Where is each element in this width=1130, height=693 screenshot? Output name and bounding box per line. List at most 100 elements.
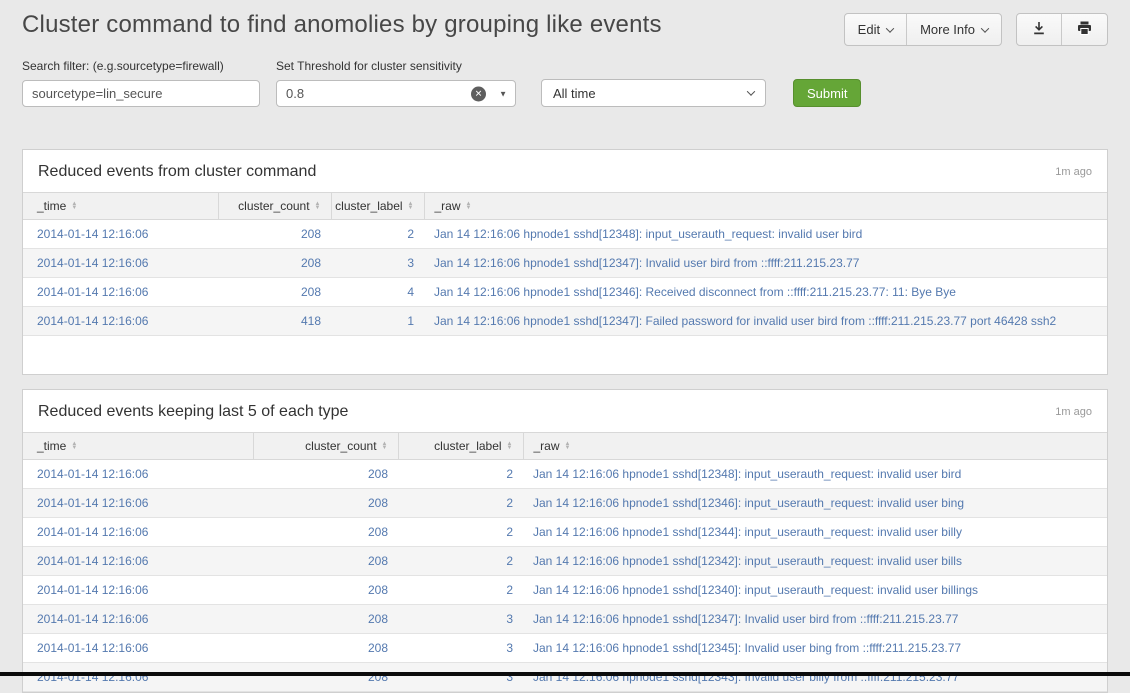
export-button[interactable] xyxy=(1017,14,1061,45)
cell-count[interactable]: 208 xyxy=(253,663,398,692)
sort-icon[interactable]: ▲▼ xyxy=(71,202,77,210)
time-range-select[interactable]: All time xyxy=(541,79,766,107)
cell-time[interactable]: 2014-01-14 12:16:06 xyxy=(23,547,253,576)
column-label: _time xyxy=(37,199,66,213)
cell-time[interactable]: 2014-01-14 12:16:06 xyxy=(23,460,253,489)
cell-raw[interactable]: Jan 14 12:16:06 hpnode1 sshd[12347]: Inv… xyxy=(523,605,1107,634)
export-button-group xyxy=(1016,13,1108,46)
cell-label[interactable]: 2 xyxy=(398,489,523,518)
cell-count[interactable]: 208 xyxy=(253,518,398,547)
edit-button[interactable]: Edit xyxy=(845,14,906,45)
search-filter-label: Search filter: (e.g.sourcetype=firewall) xyxy=(22,59,260,73)
clear-icon[interactable]: ✕ xyxy=(471,86,486,101)
search-filter-input[interactable] xyxy=(22,80,260,107)
cell-time[interactable]: 2014-01-14 12:16:06 xyxy=(23,278,218,307)
cell-time[interactable]: 2014-01-14 12:16:06 xyxy=(23,249,218,278)
threshold-label: Set Threshold for cluster sensitivity xyxy=(276,59,516,73)
more-info-button[interactable]: More Info xyxy=(906,14,1001,45)
cell-raw[interactable]: Jan 14 12:16:06 hpnode1 sshd[12345]: Inv… xyxy=(523,634,1107,663)
table-wrapper: _time▲▼cluster_count▲▼cluster_label▲▼_ra… xyxy=(23,432,1107,692)
column-header-raw[interactable]: _raw▲▼ xyxy=(424,193,1107,220)
search-filter-group: Search filter: (e.g.sourcetype=firewall) xyxy=(22,59,260,107)
sort-icon[interactable]: ▲▼ xyxy=(315,202,321,210)
results-table: _time▲▼cluster_count▲▼cluster_label▲▼_ra… xyxy=(23,192,1107,336)
cell-raw[interactable]: Jan 14 12:16:06 hpnode1 sshd[12348]: inp… xyxy=(523,460,1107,489)
print-button[interactable] xyxy=(1061,14,1107,45)
table-row: 2014-01-14 12:16:062083Jan 14 12:16:06 h… xyxy=(23,605,1107,634)
cell-label[interactable]: 2 xyxy=(398,460,523,489)
cell-time[interactable]: 2014-01-14 12:16:06 xyxy=(23,220,218,249)
filter-row: Search filter: (e.g.sourcetype=firewall)… xyxy=(22,59,1108,107)
panel-cluster-command: Reduced events from cluster command 1m a… xyxy=(22,149,1108,375)
table-row: 2014-01-14 12:16:064181Jan 14 12:16:06 h… xyxy=(23,307,1107,336)
column-header-time[interactable]: _time▲▼ xyxy=(23,433,253,460)
threshold-combobox: ✕ ▼ xyxy=(276,80,516,107)
column-header-time[interactable]: _time ▲▼ xyxy=(23,193,218,220)
column-label: cluster_label xyxy=(434,439,501,453)
cell-time[interactable]: 2014-01-14 12:16:06 xyxy=(23,663,253,692)
table-header-row: _time▲▼cluster_count▲▼cluster_label▲▼_ra… xyxy=(23,193,1107,220)
cell-raw[interactable]: Jan 14 12:16:06 hpnode1 sshd[12340]: inp… xyxy=(523,576,1107,605)
cell-count[interactable]: 208 xyxy=(253,460,398,489)
panel-last-five: Reduced events keeping last 5 of each ty… xyxy=(22,389,1108,693)
cell-raw[interactable]: Jan 14 12:16:06 hpnode1 sshd[12346]: Rec… xyxy=(424,278,1107,307)
cell-label[interactable]: 3 xyxy=(398,634,523,663)
cell-count[interactable]: 418 xyxy=(218,307,331,336)
cell-raw[interactable]: Jan 14 12:16:06 hpnode1 sshd[12346]: inp… xyxy=(523,489,1107,518)
cell-raw[interactable]: Jan 14 12:16:06 hpnode1 sshd[12344]: inp… xyxy=(523,518,1107,547)
cell-label[interactable]: 1 xyxy=(331,307,424,336)
caret-down-icon[interactable]: ▼ xyxy=(499,89,507,98)
cell-raw[interactable]: Jan 14 12:16:06 hpnode1 sshd[12347]: Inv… xyxy=(424,249,1107,278)
cell-time[interactable]: 2014-01-14 12:16:06 xyxy=(23,634,253,663)
sort-icon[interactable]: ▲▼ xyxy=(408,202,414,210)
chevron-down-icon xyxy=(981,24,989,32)
cell-time[interactable]: 2014-01-14 12:16:06 xyxy=(23,307,218,336)
sort-icon[interactable]: ▲▼ xyxy=(507,442,513,450)
cell-time[interactable]: 2014-01-14 12:16:06 xyxy=(23,576,253,605)
column-header-cluster_count[interactable]: cluster_count▲▼ xyxy=(218,193,331,220)
cell-raw[interactable]: Jan 14 12:16:06 hpnode1 sshd[12347]: Fai… xyxy=(424,307,1107,336)
results-table: _time▲▼cluster_count▲▼cluster_label▲▼_ra… xyxy=(23,432,1107,692)
cell-time[interactable]: 2014-01-14 12:16:06 xyxy=(23,605,253,634)
cell-time[interactable]: 2014-01-14 12:16:06 xyxy=(23,518,253,547)
column-header-raw[interactable]: _raw▲▼ xyxy=(523,433,1107,460)
cell-raw[interactable]: Jan 14 12:16:06 hpnode1 sshd[12342]: inp… xyxy=(523,547,1107,576)
cell-count[interactable]: 208 xyxy=(253,634,398,663)
submit-button[interactable]: Submit xyxy=(793,79,861,107)
sort-icon[interactable]: ▲▼ xyxy=(565,442,571,450)
edit-button-label: Edit xyxy=(858,22,880,37)
cell-label[interactable]: 2 xyxy=(398,547,523,576)
cell-count[interactable]: 208 xyxy=(253,489,398,518)
sort-icon[interactable]: ▲▼ xyxy=(466,202,472,210)
window-bottom-edge xyxy=(0,672,1130,676)
cell-label[interactable]: 3 xyxy=(331,249,424,278)
table-row: 2014-01-14 12:16:062082Jan 14 12:16:06 h… xyxy=(23,489,1107,518)
panel-refresh-age: 1m ago xyxy=(1055,166,1092,178)
cell-label[interactable]: 2 xyxy=(398,518,523,547)
column-header-cluster_label[interactable]: cluster_label ▲▼ xyxy=(398,433,523,460)
cell-label[interactable]: 4 xyxy=(331,278,424,307)
table-row: 2014-01-14 12:16:062083Jan 14 12:16:06 h… xyxy=(23,634,1107,663)
cell-label[interactable]: 3 xyxy=(398,663,523,692)
cell-raw[interactable]: Jan 14 12:16:06 hpnode1 sshd[12343]: Inv… xyxy=(523,663,1107,692)
column-header-cluster_label[interactable]: cluster_label▲▼ xyxy=(331,193,424,220)
cell-count[interactable]: 208 xyxy=(218,220,331,249)
table-wrapper: _time▲▼cluster_count▲▼cluster_label▲▼_ra… xyxy=(23,192,1107,374)
cell-raw[interactable]: Jan 14 12:16:06 hpnode1 sshd[12348]: inp… xyxy=(424,220,1107,249)
cell-count[interactable]: 208 xyxy=(253,576,398,605)
cell-label[interactable]: 2 xyxy=(331,220,424,249)
table-row: 2014-01-14 12:16:062082Jan 14 12:16:06 h… xyxy=(23,576,1107,605)
cell-label[interactable]: 2 xyxy=(398,576,523,605)
sort-icon[interactable]: ▲▼ xyxy=(71,442,77,450)
cell-label[interactable]: 3 xyxy=(398,605,523,634)
cell-count[interactable]: 208 xyxy=(218,249,331,278)
sort-icon[interactable]: ▲▼ xyxy=(382,442,388,450)
cell-time[interactable]: 2014-01-14 12:16:06 xyxy=(23,489,253,518)
cell-count[interactable]: 208 xyxy=(253,547,398,576)
table-row: 2014-01-14 12:16:062082Jan 14 12:16:06 h… xyxy=(23,547,1107,576)
cell-count[interactable]: 208 xyxy=(253,605,398,634)
cell-count[interactable]: 208 xyxy=(218,278,331,307)
panel-header: Reduced events keeping last 5 of each ty… xyxy=(23,390,1107,432)
column-header-cluster_count[interactable]: cluster_count▲▼ xyxy=(253,433,398,460)
dashboard-header: Cluster command to find anomolies by gro… xyxy=(22,0,1108,46)
